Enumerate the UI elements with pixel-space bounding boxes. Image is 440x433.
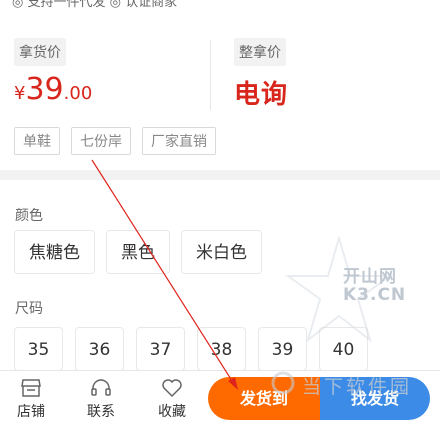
product-tags: 单鞋 七份岸 厂家直销 [14, 127, 216, 155]
heart-icon [162, 379, 182, 398]
tag-item: 厂家直销 [142, 127, 216, 155]
contact-label: 联系 [87, 404, 115, 420]
pickup-price-value: ¥39.00 [14, 72, 92, 107]
tag-item: 单鞋 [14, 127, 60, 155]
favorite-label: 收藏 [158, 404, 186, 420]
currency-symbol: ¥ [14, 83, 26, 104]
support-info-text: ◎ 支持一件代发 ◎ 认证商家 [12, 0, 178, 10]
headset-icon [91, 379, 111, 396]
size-option[interactable]: 37 [136, 327, 185, 371]
shop-tool[interactable]: 店铺 [8, 375, 54, 421]
bulk-price-header: 整拿价 [234, 38, 286, 66]
size-section-title: 尺码 [15, 301, 43, 317]
size-option[interactable]: 35 [14, 327, 63, 371]
bottom-action-bar: 店铺 联系 收藏 发货到 找发货 [0, 370, 440, 433]
support-info-strip: ◎ 支持一件代发 ◎ 认证商家 [0, 0, 440, 10]
price-card: 拿货价 整拿价 ¥39.00 电询 单鞋 七份岸 厂家直销 [0, 10, 440, 170]
color-options: 焦糖色 黑色 米白色 [14, 230, 262, 274]
color-option[interactable]: 黑色 [106, 230, 170, 274]
color-option[interactable]: 米白色 [181, 230, 262, 274]
ship-to-button[interactable]: 发货到 [208, 377, 320, 420]
find-shipper-button[interactable]: 找发货 [320, 377, 430, 420]
size-option[interactable]: 36 [75, 327, 124, 371]
bulk-price-label: 整拿价 [234, 38, 286, 66]
favorite-tool[interactable]: 收藏 [149, 375, 195, 421]
color-section-title: 颜色 [15, 208, 43, 224]
shop-label: 店铺 [17, 404, 45, 420]
size-option[interactable]: 38 [197, 327, 246, 371]
contact-tool[interactable]: 联系 [78, 375, 124, 421]
pickup-price-header: 拿货价 [14, 38, 66, 66]
price-integer: 39 [25, 72, 64, 107]
watermark-brand-line1: 开山网 [343, 267, 397, 287]
pickup-price-label: 拿货价 [14, 38, 66, 66]
section-separator [0, 170, 440, 180]
bulk-price-value: 电询 [234, 80, 289, 110]
price-divider [210, 40, 211, 110]
color-option[interactable]: 焦糖色 [14, 230, 95, 274]
price-decimal: .00 [63, 83, 93, 104]
shop-icon [21, 379, 41, 397]
watermark-brand-line2: K3.CN [343, 285, 407, 305]
tag-item: 七份岸 [71, 127, 131, 155]
